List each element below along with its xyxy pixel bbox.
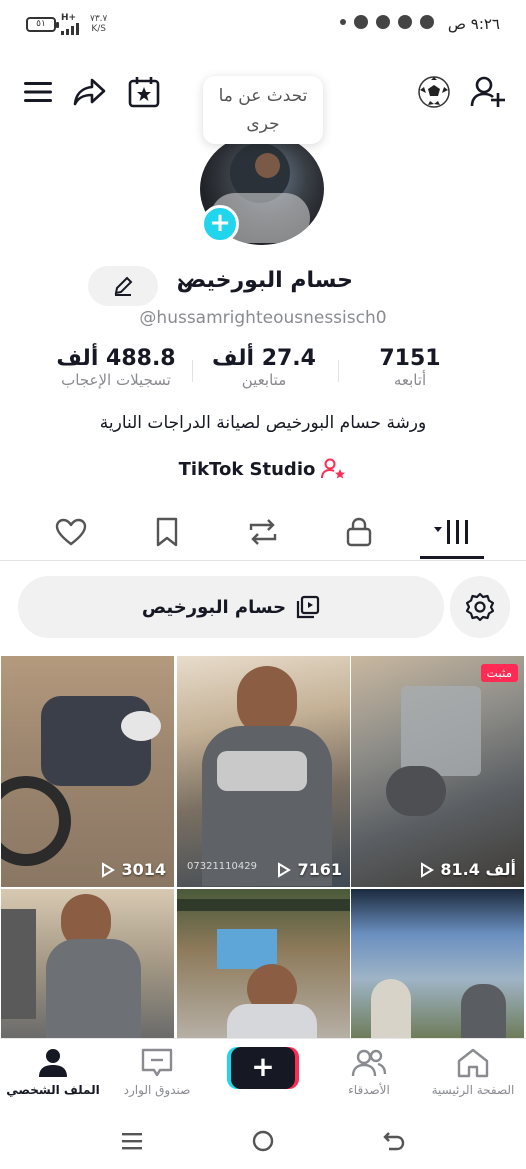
settings-button[interactable] bbox=[450, 576, 510, 638]
view-count-text: 7161 bbox=[297, 860, 342, 879]
play-icon bbox=[421, 861, 435, 878]
playlist-icon bbox=[297, 595, 320, 619]
recent-apps-icon[interactable] bbox=[112, 1126, 152, 1156]
view-count-text: 3014 bbox=[121, 860, 166, 879]
view-count: 7161 bbox=[277, 860, 342, 879]
video-thumbnail[interactable]: 07321110429 7161 bbox=[177, 656, 350, 887]
nav-friends-label: الأصدقاء bbox=[348, 1083, 390, 1097]
stat-likes-value: 488.8 ألف bbox=[56, 346, 176, 371]
status-time: ٩:٢٦ ص bbox=[447, 15, 500, 33]
stat-likes[interactable]: 488.8 ألف تسجيلات الإعجاب bbox=[44, 346, 188, 389]
system-navigation bbox=[0, 1112, 526, 1169]
nav-friends[interactable]: الأصدقاء bbox=[314, 1047, 424, 1097]
tab-liked[interactable] bbox=[41, 512, 101, 552]
tab-reposts[interactable] bbox=[233, 512, 293, 552]
battery-tip bbox=[56, 22, 59, 28]
gear-icon bbox=[465, 592, 495, 622]
inbox-icon bbox=[141, 1048, 173, 1077]
nav-home[interactable]: الصفحة الرئيسية bbox=[418, 1047, 526, 1097]
video-thumbnail[interactable] bbox=[351, 889, 524, 1039]
stat-following-value: 7151 bbox=[379, 346, 441, 371]
tab-videos[interactable] bbox=[422, 512, 482, 552]
nav-inbox-label: صندوق الوارد bbox=[123, 1083, 191, 1097]
stat-following-label: أتابعه bbox=[393, 371, 427, 389]
stat-divider bbox=[192, 360, 193, 382]
speed-value: ٧٣.٧ bbox=[90, 14, 108, 24]
pencil-icon bbox=[114, 276, 133, 296]
tab-active-indicator bbox=[420, 556, 484, 559]
stat-following[interactable]: 7151 أتابعه bbox=[360, 346, 460, 389]
bio-text: ورشة حسام البورخيص لصيانة الدراجات النار… bbox=[99, 413, 427, 433]
network-type: H+ bbox=[61, 13, 77, 23]
nav-inbox[interactable]: صندوق الوارد bbox=[102, 1047, 212, 1097]
play-icon bbox=[278, 861, 292, 878]
menu-icon[interactable] bbox=[20, 74, 56, 110]
add-friend-icon[interactable] bbox=[466, 72, 510, 112]
heart-icon bbox=[55, 518, 87, 546]
bookmark-icon bbox=[156, 517, 178, 547]
signal-icon: H+ bbox=[61, 14, 83, 35]
tiktok-notification-icon bbox=[376, 15, 390, 29]
view-count: 3014 bbox=[101, 860, 166, 879]
video-thumbnail[interactable] bbox=[177, 889, 350, 1039]
profile-name[interactable]: حسام البورخيص bbox=[177, 268, 353, 293]
tab-divider bbox=[0, 560, 526, 561]
person-star-icon bbox=[321, 458, 346, 479]
view-count-text: 81.4 ألف bbox=[440, 860, 516, 879]
discord-notification-icon bbox=[420, 15, 434, 29]
status-bubble[interactable]: تحدث عن ما جرى bbox=[203, 76, 323, 144]
nav-profile[interactable]: الملف الشخصي bbox=[0, 1047, 108, 1097]
notification-icons bbox=[340, 15, 434, 29]
stat-followers[interactable]: 27.4 ألف متابعين bbox=[207, 346, 321, 389]
video-thumbnail[interactable]: 3014 bbox=[1, 656, 174, 887]
nav-profile-label: الملف الشخصي bbox=[6, 1083, 100, 1097]
profile-icon bbox=[39, 1049, 67, 1077]
grid-videos-icon bbox=[434, 520, 468, 544]
tab-private[interactable] bbox=[329, 512, 389, 552]
stat-divider bbox=[338, 360, 339, 382]
back-icon[interactable] bbox=[374, 1126, 414, 1156]
video-thumbnail[interactable] bbox=[1, 889, 174, 1039]
phone-overlay: 07321110429 bbox=[187, 861, 257, 872]
studio-label: TikTok Studio bbox=[178, 458, 316, 480]
edit-profile-button[interactable] bbox=[88, 266, 158, 306]
create-button[interactable]: + bbox=[231, 1047, 295, 1089]
stat-likes-label: تسجيلات الإعجاب bbox=[61, 371, 171, 389]
username-handle: @hussamrighteousnessisch0 bbox=[139, 308, 387, 328]
friends-icon bbox=[351, 1049, 387, 1077]
app-notification-icon bbox=[354, 15, 368, 29]
status-bar: ٩:٢٦ ص ٥١ H+ ٧٣.٧ K/S bbox=[0, 0, 526, 50]
chevron-down-icon[interactable] bbox=[177, 277, 195, 289]
add-story-plus-icon[interactable]: + bbox=[201, 205, 239, 243]
video-thumbnail[interactable]: مثبت 81.4 ألف bbox=[351, 656, 524, 887]
speed-unit: K/S bbox=[91, 24, 107, 34]
calendar-star-icon[interactable] bbox=[124, 72, 164, 112]
nav-home-label: الصفحة الرئيسية bbox=[431, 1083, 515, 1097]
play-icon bbox=[102, 861, 116, 878]
view-count: 81.4 ألف bbox=[420, 860, 516, 879]
share-icon[interactable] bbox=[70, 72, 110, 112]
facebook-notification-icon bbox=[398, 15, 412, 29]
tiktok-studio-link[interactable]: TikTok Studio bbox=[0, 458, 526, 480]
playlist-button[interactable]: حسام البورخيص bbox=[18, 576, 444, 638]
battery-icon: ٥١ bbox=[26, 17, 56, 32]
dot-icon bbox=[340, 19, 346, 25]
tab-favorites[interactable] bbox=[137, 512, 197, 552]
soccer-ball-icon[interactable] bbox=[414, 72, 454, 112]
pinned-badge: مثبت bbox=[480, 664, 518, 682]
repost-icon bbox=[249, 519, 277, 545]
stat-followers-value: 27.4 ألف bbox=[212, 346, 316, 371]
lock-icon bbox=[346, 517, 372, 547]
home-circle-icon[interactable] bbox=[243, 1126, 283, 1156]
stat-followers-label: متابعين bbox=[241, 371, 287, 389]
home-icon bbox=[457, 1048, 489, 1078]
network-speed: ٧٣.٧ K/S bbox=[90, 14, 107, 34]
playlist-label: حسام البورخيص bbox=[141, 596, 287, 618]
